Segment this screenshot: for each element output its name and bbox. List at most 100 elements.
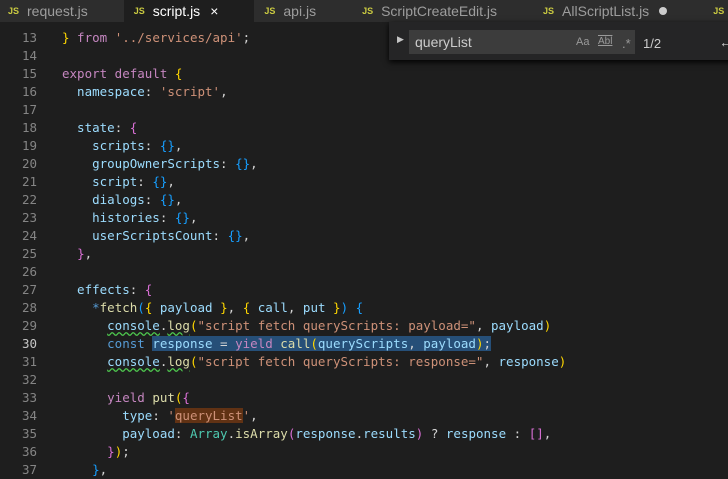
code-token: effects bbox=[62, 282, 130, 297]
line-number: 17 bbox=[0, 101, 37, 119]
code-text[interactable]: namespace: 'script', bbox=[62, 83, 228, 101]
code-token: , bbox=[288, 300, 303, 315]
code-token: scripts bbox=[62, 138, 145, 153]
code-text[interactable]: } from '../services/api'; bbox=[62, 29, 250, 47]
code-text[interactable]: effects: { bbox=[62, 281, 152, 299]
code-text[interactable]: *fetch({ payload }, { call, put }) { bbox=[62, 299, 363, 317]
code-token: histories bbox=[62, 210, 160, 225]
code-token: . bbox=[228, 426, 236, 441]
code-token: } bbox=[107, 444, 115, 459]
code-token bbox=[62, 318, 107, 333]
code-token: , bbox=[544, 426, 552, 441]
code-text[interactable]: payload: Array.isArray(response.results)… bbox=[62, 425, 551, 443]
code-token: call bbox=[258, 300, 288, 315]
toggle-replace-icon[interactable]: ▶ bbox=[397, 34, 404, 45]
code-token: queryList bbox=[175, 408, 243, 423]
code-token: ) bbox=[559, 354, 567, 369]
code-token: ) bbox=[476, 336, 484, 351]
code-token: {} bbox=[160, 138, 175, 153]
code-token: ) bbox=[544, 318, 552, 333]
tab-label: request.js bbox=[27, 3, 88, 19]
javascript-file-icon: JS bbox=[134, 6, 145, 16]
code-text[interactable]: state: { bbox=[62, 119, 137, 137]
code-token: : bbox=[130, 282, 145, 297]
code-token: {} bbox=[228, 228, 243, 243]
code-text[interactable]: script: {}, bbox=[62, 173, 175, 191]
tab-label: ScriptCreateEdit.js bbox=[381, 3, 497, 19]
code-token: , bbox=[243, 228, 251, 243]
tab-api[interactable]: JSapi.js bbox=[254, 0, 352, 22]
code-token: ( bbox=[137, 300, 145, 315]
code-token: ; bbox=[484, 336, 492, 351]
code-token: : bbox=[160, 210, 175, 225]
code-token: namespace bbox=[62, 84, 145, 99]
code-token: { bbox=[145, 282, 153, 297]
line-number: 21 bbox=[0, 173, 37, 191]
code-token: , bbox=[175, 138, 183, 153]
code-token: : bbox=[506, 426, 529, 441]
code-token: ) bbox=[341, 300, 349, 315]
code-token: {} bbox=[235, 156, 250, 171]
tab-allscriptlist[interactable]: JSAllScriptList.js bbox=[533, 0, 703, 22]
code-token: , bbox=[250, 408, 258, 423]
code-token: : bbox=[137, 174, 152, 189]
code-token: , bbox=[175, 192, 183, 207]
code-token: groupOwnerScripts bbox=[62, 156, 220, 171]
code-token: , bbox=[190, 210, 198, 225]
code-text[interactable]: }, bbox=[62, 245, 92, 263]
previous-match-icon[interactable]: ← bbox=[719, 34, 728, 50]
tab-request[interactable]: JSrequest.js bbox=[0, 0, 124, 22]
code-token: {} bbox=[152, 174, 167, 189]
code-text[interactable]: }); bbox=[62, 443, 130, 461]
code-text[interactable]: yield put({ bbox=[62, 389, 190, 407]
match-case-toggle[interactable]: Aa bbox=[576, 36, 589, 48]
line-number: 26 bbox=[0, 263, 37, 281]
line-number: 33 bbox=[0, 389, 37, 407]
code-text[interactable]: dialogs: {}, bbox=[62, 191, 182, 209]
regex-toggle[interactable]: .* bbox=[622, 36, 631, 51]
code-text[interactable]: scripts: {}, bbox=[62, 137, 182, 155]
code-text[interactable]: const response = yield call(queryScripts… bbox=[62, 335, 491, 353]
code-text[interactable]: userScriptsCount: {}, bbox=[62, 227, 250, 245]
tab-scriptcreateedit[interactable]: JSScriptCreateEdit.js bbox=[352, 0, 533, 22]
code-token: payload bbox=[160, 300, 220, 315]
code-text[interactable]: groupOwnerScripts: {}, bbox=[62, 155, 258, 173]
tab-script[interactable]: JSscript.js× bbox=[124, 0, 255, 22]
code-token: : bbox=[152, 408, 167, 423]
code-token: log bbox=[167, 354, 190, 369]
code-text[interactable]: type: 'queryList', bbox=[62, 407, 258, 425]
line-number: 14 bbox=[0, 47, 37, 65]
code-editor[interactable]: 13} from '../services/api';1415export de… bbox=[0, 22, 728, 477]
code-token: , bbox=[220, 84, 228, 99]
code-text[interactable]: console.log("script fetch queryScripts: … bbox=[62, 353, 566, 371]
code-token: * bbox=[92, 300, 100, 315]
tab-index[interactable]: JSindex.js bbox=[703, 0, 728, 22]
code-token: from bbox=[70, 30, 115, 45]
code-token: payload bbox=[423, 336, 476, 351]
code-token: yield bbox=[235, 336, 280, 351]
line-number: 30 bbox=[0, 335, 37, 353]
code-token: } bbox=[333, 300, 341, 315]
code-text[interactable]: histories: {}, bbox=[62, 209, 198, 227]
code-token: response bbox=[152, 336, 220, 351]
code-token: '../services/api' bbox=[115, 30, 243, 45]
code-token: } bbox=[92, 462, 100, 477]
code-token: ' bbox=[167, 408, 175, 423]
code-token: 'script' bbox=[160, 84, 220, 99]
code-token: , bbox=[483, 354, 498, 369]
line-number: 19 bbox=[0, 137, 37, 155]
code-token: "script fetch queryScripts: payload=" bbox=[197, 318, 475, 333]
whole-word-toggle[interactable]: Abl bbox=[598, 36, 612, 47]
line-number: 18 bbox=[0, 119, 37, 137]
code-text[interactable]: console.log("script fetch queryScripts: … bbox=[62, 317, 551, 335]
code-token: : bbox=[220, 156, 235, 171]
code-token: response bbox=[295, 426, 355, 441]
close-tab-icon[interactable]: × bbox=[210, 3, 218, 19]
code-token: { bbox=[182, 390, 190, 405]
code-text[interactable]: }, bbox=[62, 461, 107, 479]
code-token: { bbox=[243, 300, 258, 315]
code-token: : bbox=[145, 84, 160, 99]
code-text[interactable]: export default { bbox=[62, 65, 182, 83]
unsaved-dot-icon[interactable] bbox=[659, 7, 667, 15]
code-token: { bbox=[175, 66, 183, 81]
